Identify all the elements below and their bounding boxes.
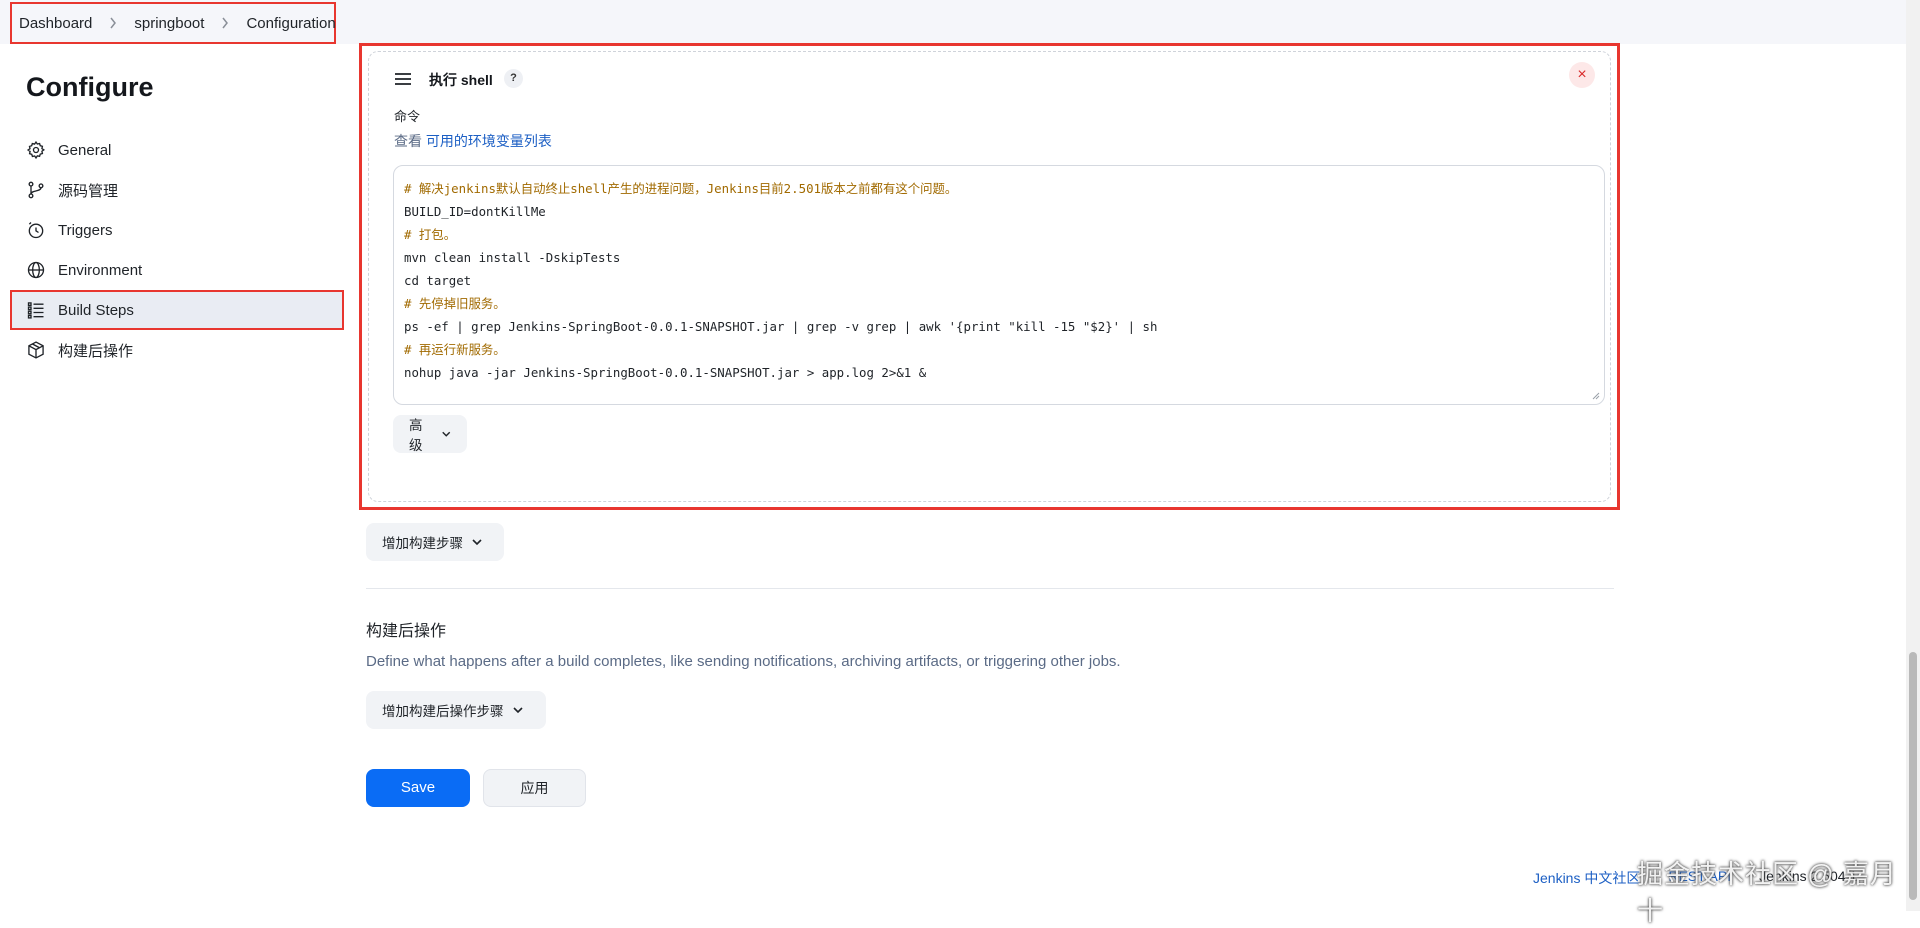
add-post-build-step-button[interactable]: 增加构建后操作步骤 [366,691,546,729]
step-title: 执行 shell [429,72,493,88]
footer-community-link[interactable]: Jenkins 中文社区 [1533,868,1640,888]
sidebar-item-post-build[interactable]: 构建后操作 [10,330,344,370]
breadcrumb-configuration[interactable]: Configuration [246,15,335,32]
apply-button[interactable]: 应用 [483,769,586,807]
advanced-label: 高级 [409,418,423,453]
advanced-button[interactable]: 高级 [393,415,467,453]
build-step-card: 执行 shell ? × 命令 查看 可用的环境变量列表 # 解决jenkins… [368,51,1611,502]
post-build-description: Define what happens after a build comple… [366,653,1121,670]
clock-icon [28,222,44,239]
code-line: cd target [404,273,472,288]
build-step-panel: 执行 shell ? × 命令 查看 可用的环境变量列表 # 解决jenkins… [359,43,1620,510]
code-line: ps -ef | grep Jenkins-SpringBoot-0.0.1-S… [404,319,1158,334]
env-vars-hint: 查看 可用的环境变量列表 [394,131,552,151]
drag-handle-icon[interactable] [394,72,412,86]
sidebar-item-label: 构建后操作 [58,342,134,360]
code-line: BUILD_ID=dontKillMe [404,204,546,219]
breadcrumb-dashboard[interactable]: Dashboard [19,15,92,32]
command-label: 命令 [394,109,421,124]
sidebar-item-label: Environment [58,261,143,279]
section-divider [366,588,1614,589]
add-build-step-button[interactable]: 增加构建步骤 [366,523,504,561]
scrollbar-thumb[interactable] [1909,652,1917,900]
sidebar-nav: General 源码管理 Triggers Environment Build … [10,130,344,370]
watermark: 掘金技术社区 @ 嘉月十 [1637,859,1897,926]
sidebar-item-general[interactable]: General [10,130,344,170]
gear-icon [26,140,46,160]
code-line: # 打包。 [404,227,457,242]
chevron-down-icon [512,707,523,714]
chevron-down-icon [472,539,482,546]
sidebar-item-label: Triggers [58,221,113,239]
chevron-right-icon [109,17,117,29]
command-textarea[interactable]: # 解决jenkins默认自动终止shell产生的进程问题，Jenkins目前2… [393,165,1605,405]
globe-icon [27,261,45,279]
code-line: # 先停掉旧服务。 [404,296,506,311]
sidebar-item-environment[interactable]: Environment [10,250,344,290]
breadcrumb-springboot[interactable]: springboot [134,15,204,32]
breadcrumb: Dashboard springboot Configuration [10,2,336,44]
sidebar-item-build-steps[interactable]: Build Steps [10,290,344,330]
sidebar-item-label: 源码管理 [58,182,119,200]
sidebar-item-label: General [58,141,112,159]
chevron-down-icon [441,431,450,437]
env-vars-link[interactable]: 可用的环境变量列表 [426,133,552,149]
resize-handle-icon[interactable] [1591,391,1600,400]
branch-icon [28,181,44,199]
help-icon[interactable]: ? [504,69,523,88]
code-line: # 解决jenkins默认自动终止shell产生的进程问题，Jenkins目前2… [404,181,958,196]
list-icon [27,302,44,319]
page-title: Configure [26,72,154,102]
sidebar-item-label: Build Steps [58,301,134,319]
code-line: nohup java -jar Jenkins-SpringBoot-0.0.1… [404,365,927,380]
code-line: # 再运行新服务。 [404,342,506,357]
sidebar-item-source[interactable]: 源码管理 [10,170,344,210]
save-button[interactable]: Save [366,769,470,807]
code-line: mvn clean install -DskipTests [404,250,621,265]
sidebar-item-triggers[interactable]: Triggers [10,210,344,250]
close-button[interactable]: × [1569,62,1595,88]
add-post-build-label: 增加构建后操作步骤 [382,704,504,719]
package-icon [28,341,44,359]
post-build-title: 构建后操作 [366,623,447,640]
add-build-step-label: 增加构建步骤 [382,536,463,551]
env-vars-prefix: 查看 [394,133,422,149]
chevron-right-icon [221,17,229,29]
